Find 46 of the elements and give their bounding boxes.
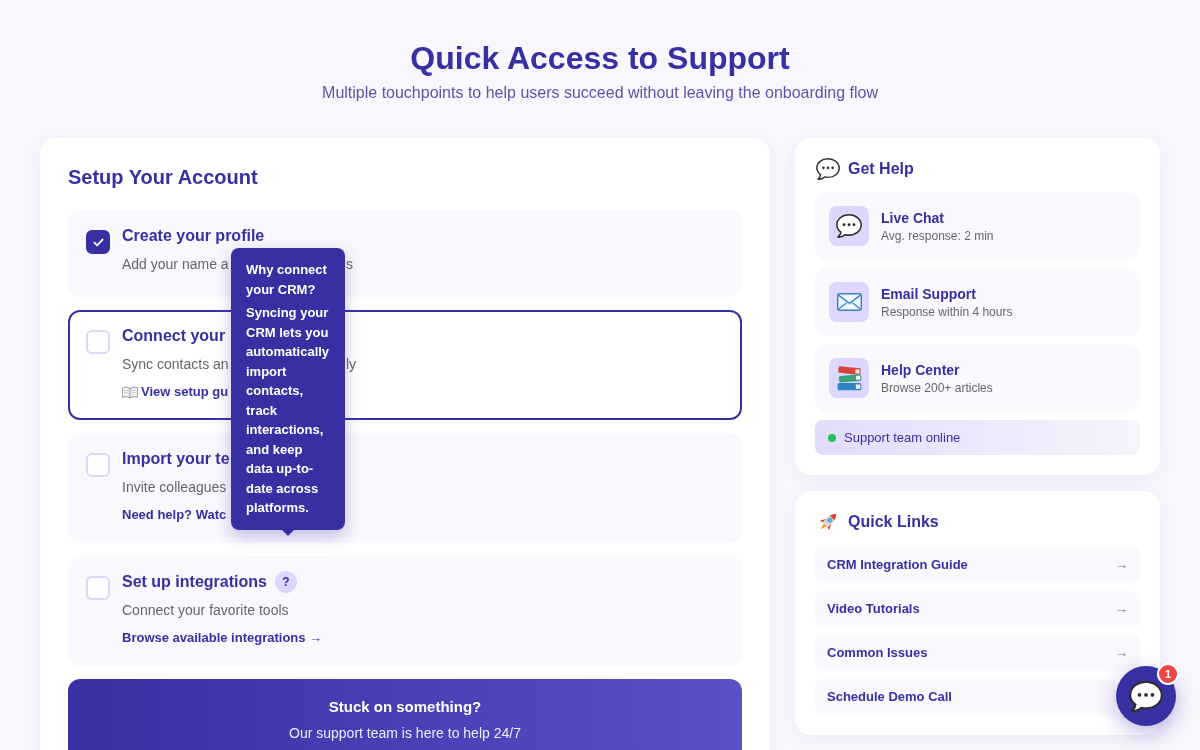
books-icon (829, 358, 869, 398)
task-description: Sync contacts an (122, 355, 229, 374)
envelope-icon (829, 282, 869, 322)
quick-link[interactable]: Video Tutorials → (815, 591, 1140, 627)
banner-title: Stuck on something? (328, 697, 482, 717)
setup-guide-link[interactable]: View setup gu (122, 382, 229, 402)
task-description-end: s (346, 255, 353, 274)
check-icon (92, 237, 104, 247)
task-title: Import your te (122, 449, 230, 469)
task-description: Add your name a (122, 255, 229, 274)
option-detail: Browse 200+ articles (881, 380, 993, 396)
task-description: Invite colleagues (122, 478, 227, 497)
quick-link[interactable]: Common Issues → (815, 635, 1140, 671)
speech-bubble-icon (816, 158, 840, 180)
option-title: Live Chat (881, 209, 945, 228)
task-title: Connect your (122, 326, 226, 346)
banner-text: Our support team is here to help 24/7 (289, 724, 521, 743)
checkbox[interactable] (86, 230, 110, 254)
task-title: Create your profile (122, 226, 265, 246)
quick-link[interactable]: CRM Integration Guide → (815, 547, 1140, 583)
card-title: Get Help (848, 159, 914, 179)
section-title: Setup Your Account (68, 165, 259, 190)
task-link[interactable]: Need help? Watc (122, 505, 227, 525)
notification-badge: 1 (1157, 663, 1179, 685)
option-title: Help Center (881, 361, 961, 380)
task-description-end: ly (346, 355, 357, 374)
help-button[interactable]: ? (274, 571, 297, 593)
tooltip-text: Syncing your CRM lets you automatically import contacts, track interactions, and keep data up-to-date across platforms. (246, 304, 330, 517)
task-link[interactable]: Browse available integrations → (122, 628, 323, 648)
task-title: Set up integrations (122, 572, 267, 592)
page-subtitle: Multiple touchpoints to help users succeed without leaving the onboarding flow (322, 83, 878, 103)
support-option[interactable]: Help Center Browse 200+ articles (815, 344, 1140, 412)
book-icon (122, 385, 138, 399)
card-title: Quick Links (848, 512, 939, 532)
support-option[interactable]: Email Support Response within 4 hours (815, 268, 1140, 336)
speech-bubble-icon (829, 206, 869, 246)
option-detail: Avg. response: 2 min (881, 228, 994, 244)
speech-bubble-icon (1129, 680, 1163, 712)
support-option[interactable]: Live Chat Avg. response: 2 min (815, 192, 1140, 260)
status-text: Support team online (844, 428, 961, 447)
option-title: Email Support (881, 285, 977, 304)
task-description: Connect your favorite tools (122, 601, 289, 620)
tooltip-title: Why connect your CRM? (246, 261, 328, 299)
quick-link[interactable]: Schedule Demo Call (815, 679, 1115, 715)
page-title: Quick Access to Support (410, 39, 790, 78)
option-detail: Response within 4 hours (881, 304, 1013, 320)
